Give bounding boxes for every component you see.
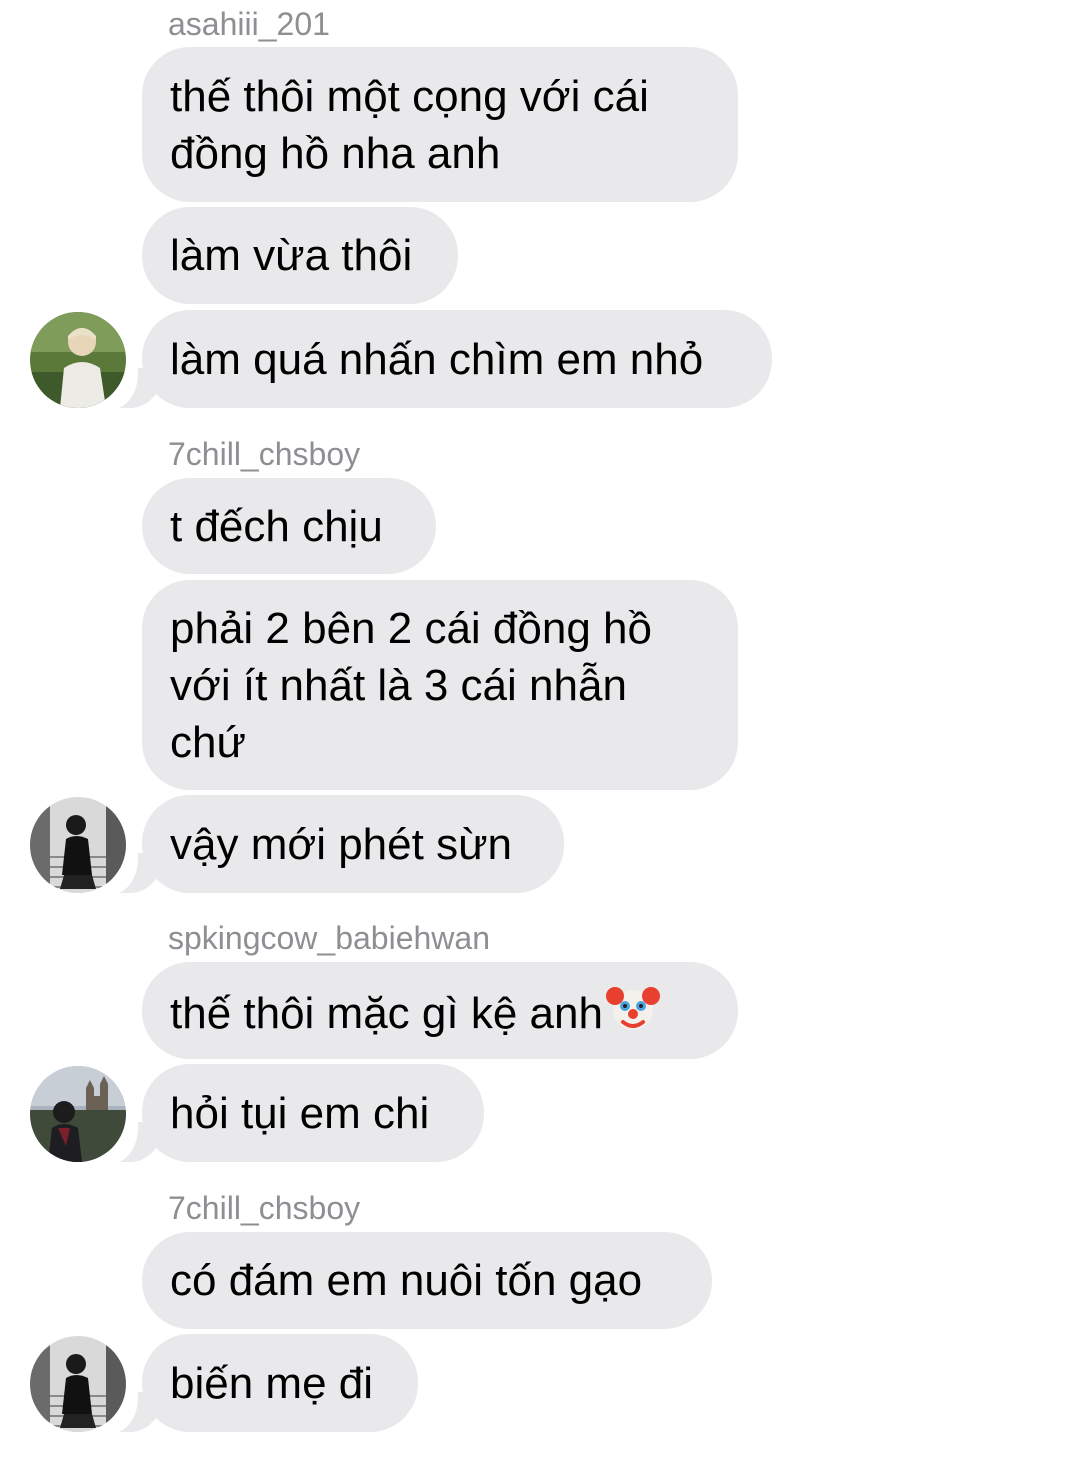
message-bubble[interactable]: t đếch chịu (142, 478, 436, 574)
avatar[interactable] (30, 797, 126, 893)
sender-name: 7chill_chsboy (168, 436, 361, 472)
sender-name: spkingcow_babiehwan (168, 920, 490, 956)
message-text: biến mẹ đi (170, 1358, 374, 1408)
sender-name: 7chill_chsboy (168, 1190, 361, 1226)
message-text: hỏi tụi em chi (170, 1088, 430, 1138)
message-text: phải 2 bên 2 cái đồng hồ với ít nhất là … (170, 603, 652, 767)
message-text: t đếch chịu (170, 501, 383, 551)
message-text: vậy mới phét sừn (170, 819, 512, 869)
avatar-person-black-white-stairs-icon (30, 1336, 126, 1432)
message-bubble[interactable]: thế thôi mặc gì kệ anh (142, 962, 738, 1059)
clown-face-icon (605, 986, 660, 1030)
message-text: có đám em nuôi tốn gạo (170, 1256, 643, 1305)
message-text: thế thôi mặc gì kệ anh (170, 980, 661, 1042)
avatar[interactable] (30, 312, 126, 408)
avatar-person-castle-background-icon (30, 1066, 126, 1162)
sender-name: asahiii_201 (168, 6, 330, 42)
message-bubble[interactable]: phải 2 bên 2 cái đồng hồ với ít nhất là … (142, 580, 738, 790)
message-bubble[interactable]: hỏi tụi em chi (142, 1064, 484, 1162)
avatar-person-outdoors-icon (30, 312, 126, 408)
avatar[interactable] (30, 1066, 126, 1162)
message-bubble[interactable]: thế thôi một cọng với cái đồng hồ nha an… (142, 47, 738, 202)
message-bubble[interactable]: làm vừa thôi (142, 207, 458, 304)
avatar[interactable] (30, 1336, 126, 1432)
message-text: làm vừa thôi (170, 231, 413, 280)
avatar-person-black-white-stairs-icon (30, 797, 126, 893)
message-bubble[interactable]: có đám em nuôi tốn gạo (142, 1232, 712, 1329)
message-bubble[interactable]: vậy mới phét sừn (142, 795, 564, 893)
message-text: làm quá nhấn chìm em nhỏ (170, 334, 704, 384)
message-bubble[interactable]: biến mẹ đi (142, 1334, 418, 1432)
message-text: thế thôi một cọng với cái đồng hồ nha an… (170, 71, 649, 178)
message-text-content: thế thôi mặc gì kệ anh (170, 988, 603, 1038)
message-bubble[interactable]: làm quá nhấn chìm em nhỏ (142, 310, 772, 408)
